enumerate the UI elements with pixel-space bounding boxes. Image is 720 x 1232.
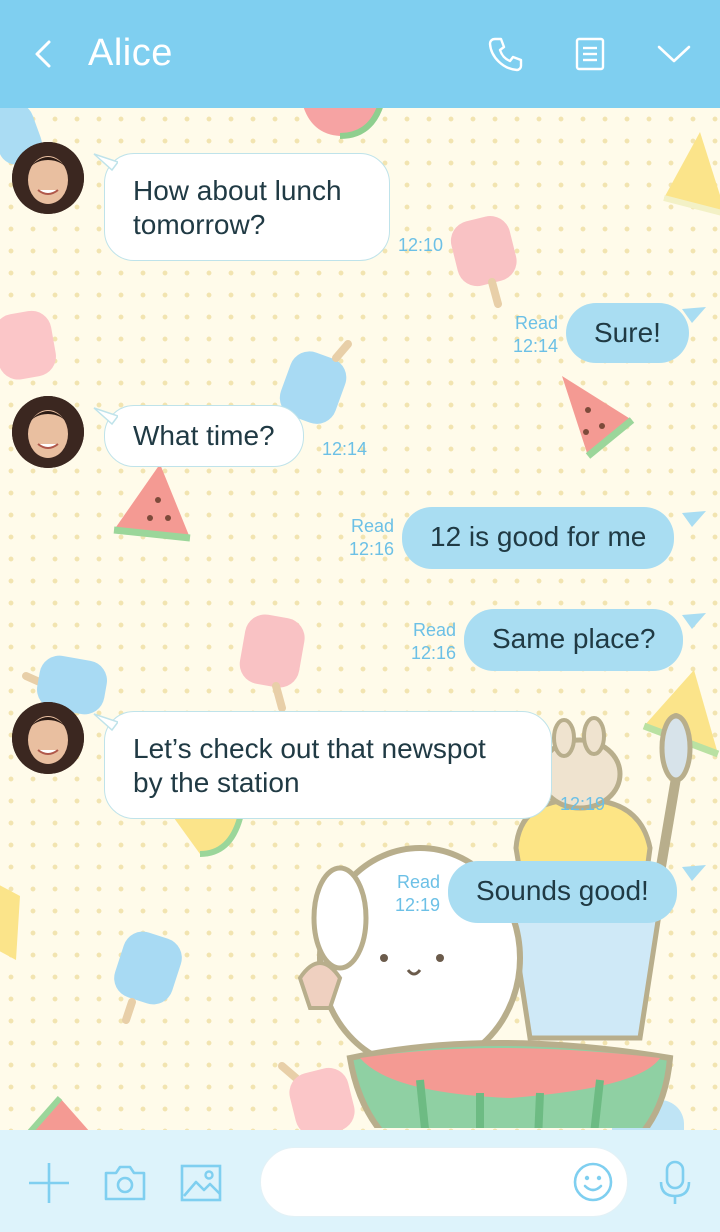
message-meta: Read 12:16 <box>334 515 394 561</box>
read-receipt: Read <box>412 620 456 640</box>
avatar-photo <box>12 396 84 468</box>
phone-icon <box>488 37 523 72</box>
message-meta: Read 12:19 <box>380 871 440 917</box>
message-text: Same place? <box>492 623 656 654</box>
message-bubble-outgoing[interactable]: Sounds good! <box>448 861 677 923</box>
message-text: by the station <box>133 767 300 798</box>
message-meta: Read 12:14 <box>500 312 558 358</box>
add-button[interactable] <box>26 1160 72 1206</box>
message-text: Sounds good! <box>476 875 649 906</box>
message-text: How about lunch <box>133 175 342 206</box>
popsicle-pink-icon <box>450 215 517 308</box>
voice-button[interactable] <box>652 1160 698 1206</box>
melon-slice-icon <box>174 817 243 857</box>
watermelon-slice-icon <box>562 376 635 459</box>
camera-button[interactable] <box>102 1160 148 1206</box>
back-button[interactable] <box>26 36 60 72</box>
menu-button[interactable] <box>654 34 694 74</box>
message-time: 12:14 <box>322 439 368 459</box>
notes-button[interactable] <box>570 34 610 74</box>
call-button[interactable] <box>486 34 526 74</box>
microphone-icon <box>659 1160 691 1204</box>
composer-bar <box>0 1130 720 1232</box>
message-bubble-incoming[interactable]: What time? <box>104 405 304 467</box>
notes-icon <box>575 37 605 71</box>
popsicle-blue-icon <box>114 931 182 1024</box>
melon-slice-icon <box>663 132 720 216</box>
popsicle-pink-icon <box>0 310 56 380</box>
read-receipt: Read <box>396 872 440 892</box>
message-text: Sure! <box>594 317 661 348</box>
message-text: 12 is good for me <box>430 521 647 552</box>
chevron-left-icon <box>35 40 51 68</box>
message-bubble-outgoing[interactable]: Sure! <box>566 303 689 363</box>
watermelon-slice-icon <box>113 464 191 542</box>
read-receipt: Read <box>514 313 558 333</box>
avatar-photo <box>12 702 84 774</box>
chat-title: Alice <box>88 32 173 74</box>
avatar[interactable] <box>12 702 84 774</box>
message-bubble-incoming[interactable]: How about lunch tomorrow? <box>104 153 390 261</box>
bubble-tail <box>682 865 706 881</box>
chat-header: Alice <box>0 0 720 108</box>
emoji-button[interactable] <box>570 1159 616 1205</box>
bubble-tail <box>682 613 706 629</box>
bubble-tail <box>93 407 118 426</box>
message-text: tomorrow? <box>133 209 266 240</box>
bubble-tail <box>682 307 706 323</box>
watermelon-slice-icon <box>27 1096 89 1130</box>
popsicle-pink-icon <box>239 614 305 712</box>
bubble-tail <box>682 511 706 527</box>
bubble-tail <box>93 153 118 172</box>
message-bubble-outgoing[interactable]: 12 is good for me <box>402 507 675 569</box>
image-button[interactable] <box>178 1160 224 1206</box>
image-icon <box>180 1164 222 1202</box>
melon-slice-icon <box>0 885 20 960</box>
avatar[interactable] <box>12 142 84 214</box>
message-time: 12:16 <box>410 643 456 663</box>
smiley-icon <box>573 1162 613 1202</box>
avatar[interactable] <box>12 396 84 468</box>
message-bubble-outgoing[interactable]: Same place? <box>464 609 684 671</box>
message-time: 12:14 <box>512 336 558 356</box>
watermelon-slice-icon <box>303 108 383 139</box>
plus-icon <box>29 1163 69 1203</box>
message-time: 12:10 <box>398 235 444 255</box>
message-time: 12:19 <box>394 895 440 915</box>
read-receipt: Read <box>350 516 394 536</box>
chevron-down-icon <box>657 45 691 63</box>
message-text: Let’s check out that newspot <box>133 733 486 764</box>
bubble-tail <box>93 713 118 732</box>
message-bubble-incoming[interactable]: Let’s check out that newspot by the stat… <box>104 711 552 819</box>
message-time: 12:19 <box>560 794 606 814</box>
camera-icon <box>104 1165 146 1201</box>
message-meta: Read 12:16 <box>396 619 456 665</box>
avatar-photo <box>12 142 84 214</box>
message-time: 12:16 <box>348 539 394 559</box>
message-text: What time? <box>133 420 275 451</box>
